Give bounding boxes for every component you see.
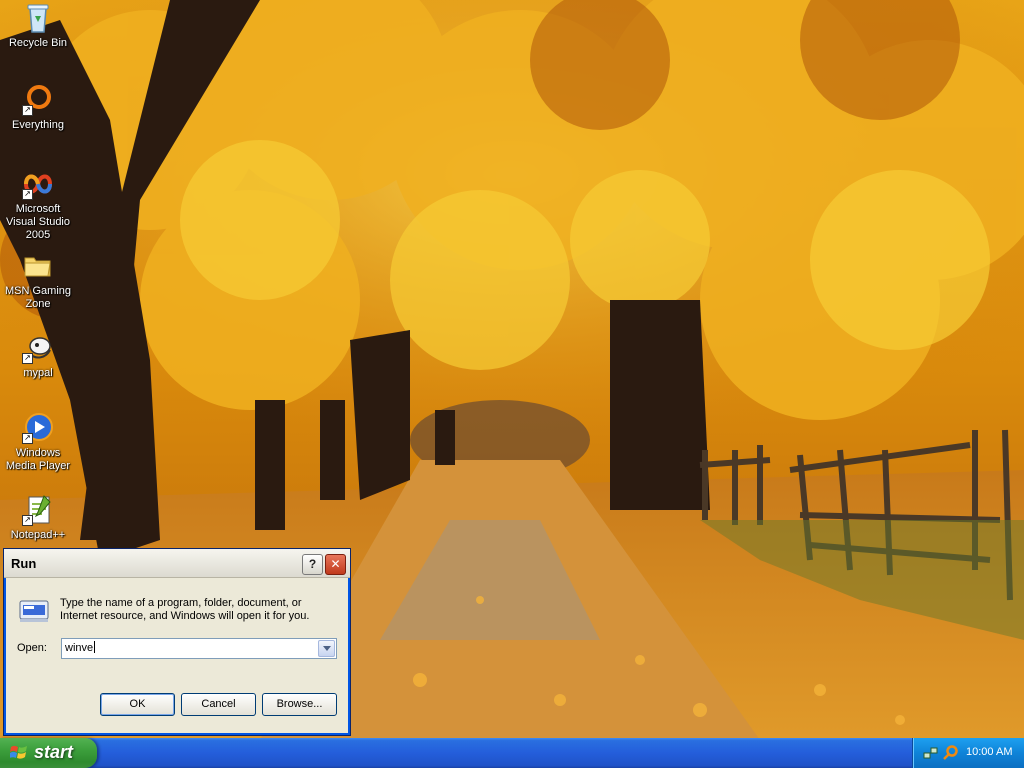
desktop-icon-label: Everything bbox=[12, 119, 64, 131]
run-program-icon bbox=[18, 597, 50, 625]
shortcut-arrow-icon: ↗ bbox=[22, 189, 33, 200]
folder-icon bbox=[22, 250, 54, 282]
open-input-value: winve bbox=[65, 642, 94, 654]
desktop-icon-label: Windows Media Player bbox=[5, 447, 71, 472]
taskbar: start 10:00 AM bbox=[0, 738, 1024, 768]
desktop-icon-label: MSN Gaming Zone bbox=[4, 285, 72, 310]
windows-logo-icon bbox=[10, 745, 27, 759]
dialog-titlebar[interactable]: Run ? ✕ bbox=[4, 549, 350, 578]
mypal-icon: ↗ bbox=[22, 332, 54, 364]
clock[interactable]: 10:00 AM bbox=[966, 746, 1012, 758]
recycle-bin-icon bbox=[22, 2, 54, 34]
start-button[interactable]: start bbox=[0, 738, 97, 768]
ok-button[interactable]: OK bbox=[100, 693, 175, 716]
system-tray: 10:00 AM bbox=[912, 738, 1024, 768]
start-label: start bbox=[34, 742, 74, 762]
dialog-description: Type the name of a program, folder, docu… bbox=[60, 597, 310, 622]
shortcut-arrow-icon: ↗ bbox=[22, 353, 33, 364]
text-caret bbox=[94, 641, 96, 653]
desktop-icon-everything[interactable]: ↗ Everything bbox=[0, 84, 76, 132]
desktop-icon-label: Microsoft Visual Studio 2005 bbox=[5, 203, 70, 241]
run-dialog: Run ? ✕ Type the name of a program, fold… bbox=[3, 548, 351, 736]
open-label: Open: bbox=[17, 642, 47, 654]
notepad-plus-plus-icon: ↗ bbox=[22, 494, 54, 526]
desktop-icon-label: Recycle Bin bbox=[8, 37, 68, 49]
cancel-button[interactable]: Cancel bbox=[181, 693, 256, 716]
chevron-down-icon[interactable] bbox=[318, 640, 335, 657]
desktop-icon-msn-gaming-zone[interactable]: MSN Gaming Zone bbox=[0, 250, 76, 311]
open-combobox[interactable]: winve bbox=[61, 638, 337, 659]
everything-icon: ↗ bbox=[22, 84, 54, 116]
browse-button[interactable]: Browse... bbox=[262, 693, 337, 716]
desktop-icon-label: Notepad++ bbox=[10, 529, 66, 541]
search-tray-icon[interactable] bbox=[943, 745, 959, 761]
help-button[interactable]: ? bbox=[302, 554, 323, 575]
desktop-icon-windows-media-player[interactable]: ↗ Windows Media Player bbox=[0, 412, 76, 473]
shortcut-arrow-icon: ↗ bbox=[22, 105, 33, 116]
network-icon[interactable] bbox=[923, 745, 939, 761]
open-input[interactable]: winve bbox=[65, 641, 96, 654]
visual-studio-icon: ↗ bbox=[22, 168, 54, 200]
shortcut-arrow-icon: ↗ bbox=[22, 515, 33, 526]
shortcut-arrow-icon: ↗ bbox=[22, 433, 33, 444]
dialog-title: Run bbox=[11, 556, 37, 571]
close-button[interactable]: ✕ bbox=[325, 554, 346, 575]
media-player-icon: ↗ bbox=[22, 412, 54, 444]
desktop-icon-label: mypal bbox=[23, 367, 53, 379]
desktop-icon-mypal[interactable]: ↗ mypal bbox=[0, 332, 76, 380]
desktop-icon-notepad-plus-plus[interactable]: ↗ Notepad++ bbox=[0, 494, 76, 542]
desktop-icon-recycle-bin[interactable]: Recycle Bin bbox=[0, 2, 76, 50]
desktop-icon-visual-studio[interactable]: ↗ Microsoft Visual Studio 2005 bbox=[0, 168, 76, 242]
